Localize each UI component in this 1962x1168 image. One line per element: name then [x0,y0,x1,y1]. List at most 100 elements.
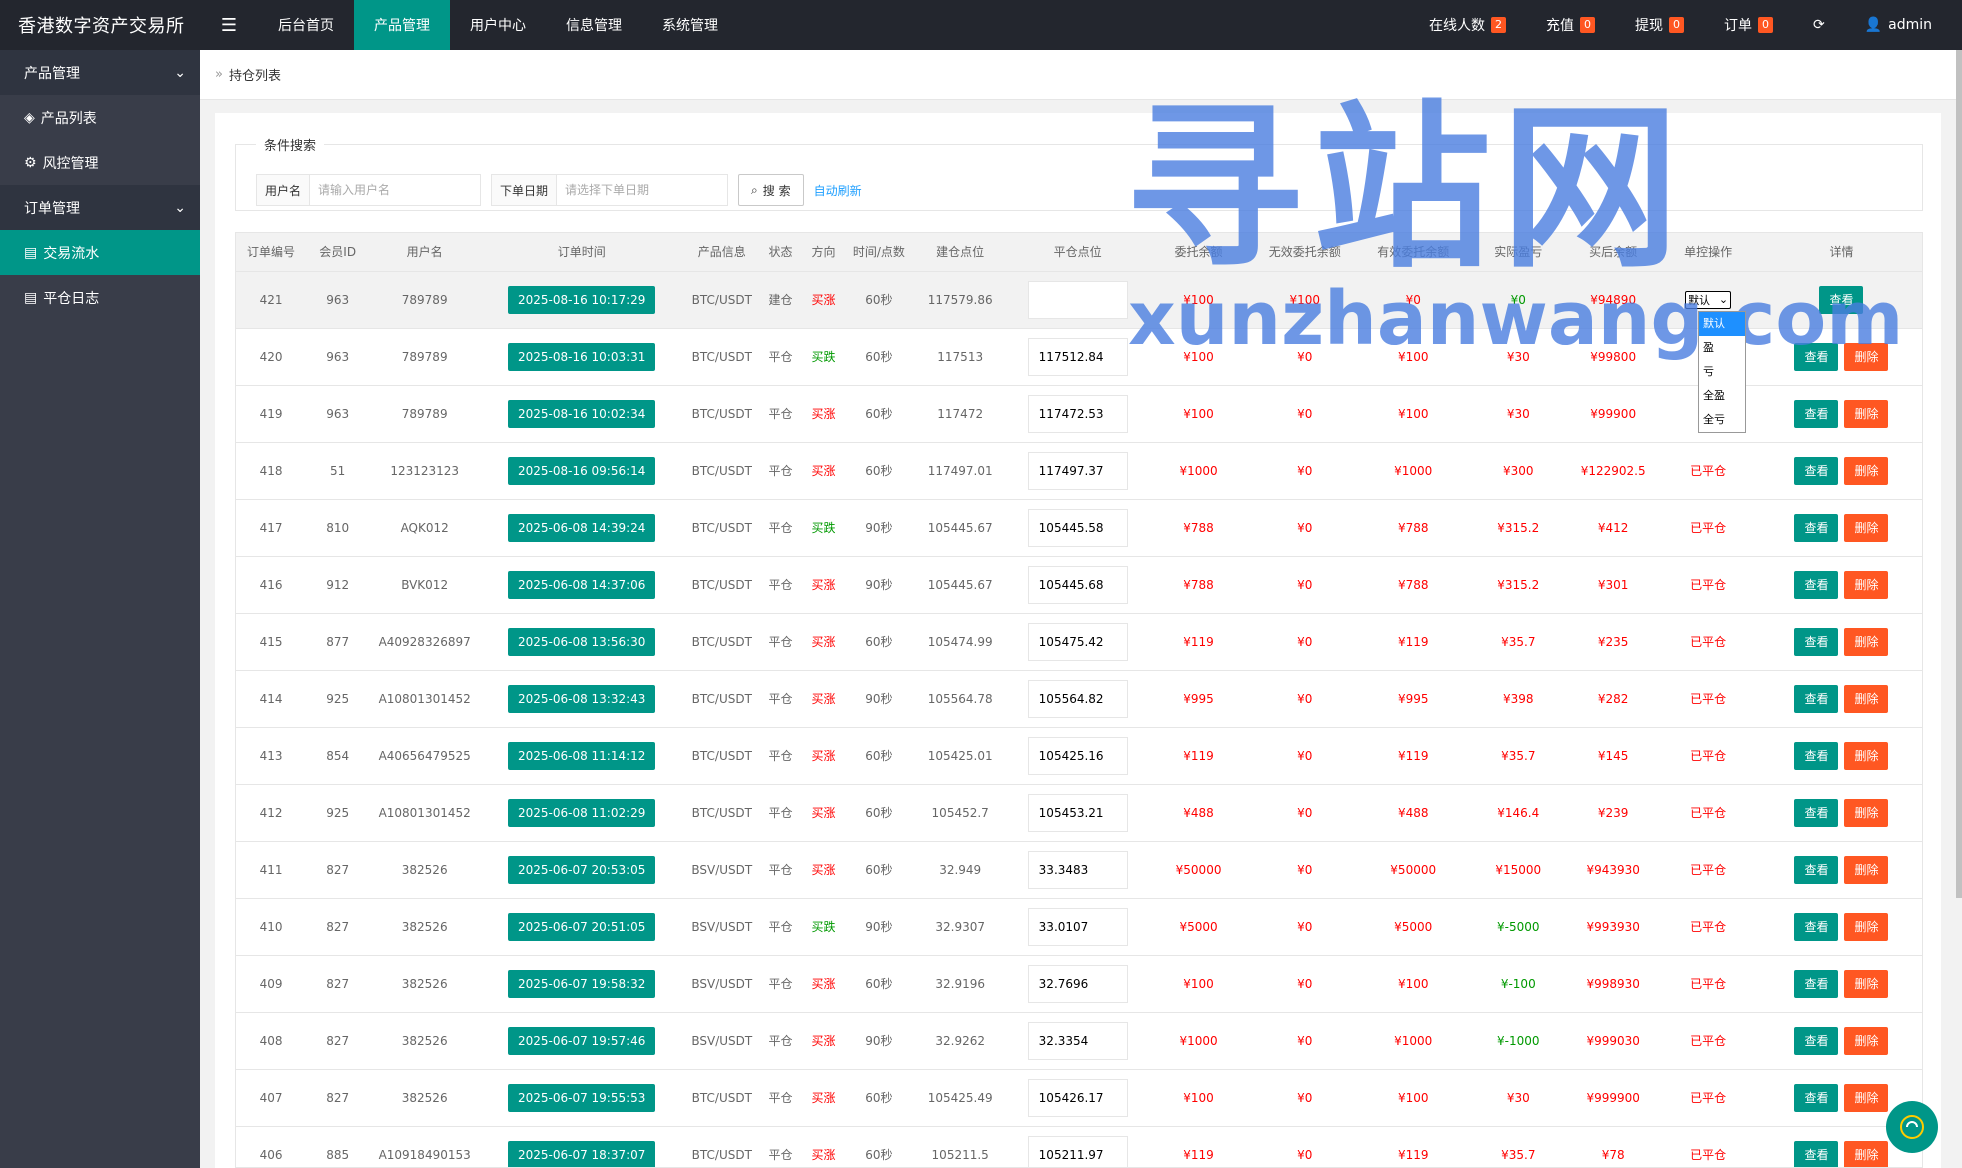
delete-button[interactable]: 删除 [1844,627,1889,656]
member-id: 925 [306,670,370,728]
view-button[interactable]: 查看 [1794,513,1839,542]
delete-button[interactable]: 删除 [1844,456,1889,485]
delete-button[interactable]: 删除 [1844,855,1889,884]
username: 789789 [369,328,481,386]
amount: ¥119 [1146,1126,1251,1167]
online-count[interactable]: 在线人数 2 [1409,0,1526,50]
orders-link[interactable]: 订单 0 [1704,0,1793,50]
close-price-input[interactable] [1027,964,1128,1003]
floating-action-button[interactable] [1886,1101,1938,1153]
withdraw-link[interactable]: 提现 0 [1615,0,1704,50]
close-price-input[interactable] [1027,394,1128,433]
sidebar-item-product-list[interactable]: ◈ 产品列表 [0,95,200,140]
delete-button[interactable]: 删除 [1844,1083,1889,1112]
close-price-input[interactable] [1027,1021,1128,1060]
view-button[interactable]: 查看 [1794,342,1839,371]
delete-button[interactable]: 删除 [1844,399,1889,428]
table-row: 407 827 382526 2025-06-07 19:55:53 BTC/USDT 平… [236,1069,1922,1127]
open-price: 105452.7 [911,784,1009,842]
topnav-system[interactable]: 系统管理 [642,0,738,50]
delete-button[interactable]: 删除 [1844,912,1889,941]
profit-loss: ¥398 [1467,670,1570,728]
delete-button[interactable]: 删除 [1844,741,1889,770]
delete-button[interactable]: 删除 [1844,1140,1889,1167]
view-button[interactable]: 查看 [1819,285,1864,314]
delete-button[interactable]: 删除 [1844,570,1889,599]
close-price-input[interactable] [1027,280,1128,319]
dropdown-option[interactable]: 亏 [1699,360,1745,384]
close-price-input[interactable] [1027,565,1128,604]
sidebar-item-risk[interactable]: ⚙ 风控管理 [0,140,200,185]
view-button[interactable]: 查看 [1794,798,1839,827]
topnav-info[interactable]: 信息管理 [546,0,642,50]
document-icon: ▤ [24,289,38,306]
close-price-input[interactable] [1027,736,1128,775]
topnav-products[interactable]: 产品管理 [354,0,450,50]
search-button[interactable]: ⌕ 搜 索 [738,174,804,206]
control-select[interactable]: 默认 ⌄ [1685,290,1732,309]
delete-button[interactable]: 删除 [1844,342,1889,371]
close-price-input[interactable] [1027,508,1128,547]
view-button[interactable]: 查看 [1794,627,1839,656]
order-time-cell: 2025-06-07 19:58:32 [480,955,684,1013]
orders-label: 订单 [1723,18,1752,34]
close-price-input[interactable] [1027,1078,1128,1117]
delete-button[interactable]: 删除 [1844,969,1889,998]
close-price-input[interactable] [1027,679,1128,718]
direction: 买涨 [800,385,847,443]
dropdown-option[interactable]: 全亏 [1699,408,1745,432]
view-button[interactable]: 查看 [1794,741,1839,770]
username: 382526 [369,1012,481,1070]
status: 平仓 [760,1069,801,1127]
username-input[interactable] [310,175,481,205]
view-button[interactable]: 查看 [1794,570,1839,599]
scrollbar[interactable] [1956,50,1962,898]
breadcrumb-current: 持仓列表 [228,69,281,84]
order-id: 406 [236,1126,307,1167]
close-price-input[interactable] [1027,451,1128,490]
invalid-amount: ¥0 [1250,955,1359,1013]
delete-button[interactable]: 删除 [1844,798,1889,827]
recharge-link[interactable]: 充值 0 [1526,0,1615,50]
order-time-badge: 2025-06-07 20:53:05 [507,855,656,884]
direction: 买涨 [800,670,847,728]
control-dropdown-list[interactable]: 默认盈亏全盈 全亏 [1698,311,1746,433]
view-button[interactable]: 查看 [1794,1083,1839,1112]
column-header: 订单时间 [480,233,684,272]
refresh-icon[interactable]: ⟳ [1793,0,1845,50]
close-price-input[interactable] [1027,622,1128,661]
close-price-input[interactable] [1027,907,1128,946]
delete-button[interactable]: 删除 [1844,513,1889,542]
dropdown-option[interactable]: 全盈 [1699,384,1745,408]
close-price-input[interactable] [1027,850,1128,889]
view-button[interactable]: 查看 [1794,969,1839,998]
view-button[interactable]: 查看 [1794,855,1839,884]
view-button[interactable]: 查看 [1794,456,1839,485]
view-button[interactable]: 查看 [1794,399,1839,428]
user-menu[interactable]: 👤 admin [1845,0,1952,50]
close-price-input[interactable] [1027,337,1128,376]
direction: 买涨 [800,1012,847,1070]
topnav-users[interactable]: 用户中心 [450,0,546,50]
menu-toggle-icon[interactable]: ☰ [200,0,258,50]
orders-table: 订单编号 会员ID 用户名 订单时间 产品信息 状态 方向 时间/点数 建仓点位 平仓点位 委托余额… [236,233,1922,1167]
delete-button[interactable]: 删除 [1844,684,1889,713]
order-time-cell: 2025-06-08 13:32:43 [480,670,684,728]
sidebar-group-orders[interactable]: 订单管理 ⌄ [0,185,200,230]
sidebar-item-transactions[interactable]: ▤ 交易流水 [0,230,200,275]
view-button[interactable]: 查看 [1794,684,1839,713]
delete-button[interactable]: 删除 [1844,1026,1889,1055]
view-button[interactable]: 查看 [1794,1140,1839,1167]
close-price-input[interactable] [1027,1135,1128,1167]
sidebar-item-close-log[interactable]: ▤ 平仓日志 [0,275,200,320]
view-button[interactable]: 查看 [1794,912,1839,941]
close-price-input[interactable] [1027,793,1128,832]
date-input[interactable] [557,175,728,205]
duration: 60秒 [846,385,912,443]
topnav-home[interactable]: 后台首页 [258,0,354,50]
dropdown-option[interactable]: 盈 [1699,336,1745,360]
sidebar-group-products[interactable]: 产品管理 ⌄ [0,50,200,95]
auto-refresh-link[interactable]: 自动刷新 [814,182,862,199]
dropdown-option[interactable]: 默认 [1699,312,1745,336]
view-button[interactable]: 查看 [1794,1026,1839,1055]
